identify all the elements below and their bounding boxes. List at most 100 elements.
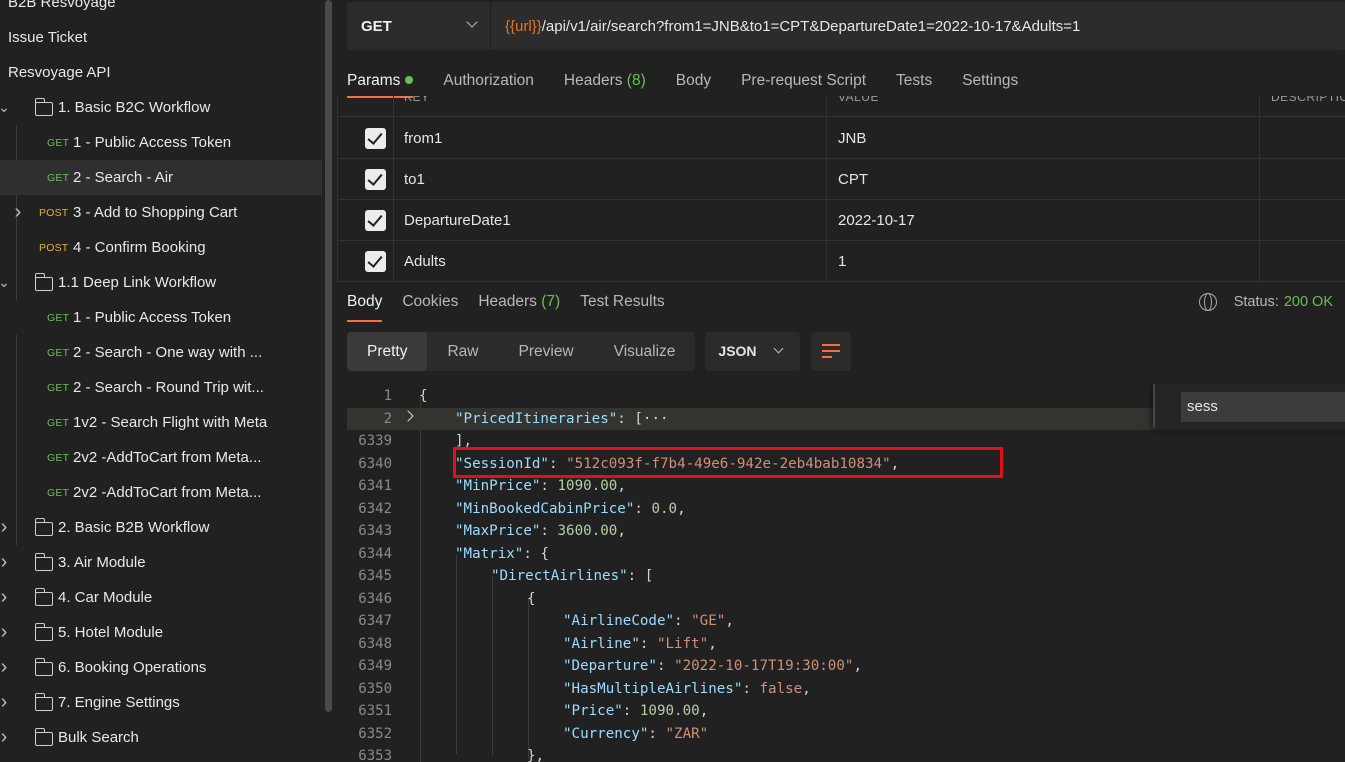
column-header-key: KEY <box>404 96 430 104</box>
code-text: "PricedItineraries": [··· <box>455 410 669 427</box>
sidebar-item[interactable]: B2B Resvoyage <box>0 0 322 20</box>
param-key[interactable]: DepartureDate1 <box>404 212 511 229</box>
sidebar-request[interactable]: GET 2v2 -AddToCart from Meta... <box>0 475 322 510</box>
param-key[interactable]: Adults <box>404 253 446 270</box>
sidebar-request[interactable]: GET 2 - Search - Round Trip wit... <box>0 370 322 405</box>
url-variable: {{url}} <box>505 17 542 35</box>
sidebar-item-label: 2. Basic B2B Workflow <box>58 519 210 536</box>
url-input[interactable]: {{url}}/api/v1/air/search?from1=JNB&to1=… <box>491 2 1345 50</box>
chevron-down-icon[interactable]: ⌄ <box>0 99 11 116</box>
table-divider <box>337 96 338 282</box>
line-number: 6348 <box>358 635 392 652</box>
sidebar-item-label: 2v2 -AddToCart from Meta... <box>73 449 262 466</box>
sidebar-folder[interactable]: ⌄ 1.1 Deep Link Workflow <box>0 265 322 300</box>
format-select[interactable]: JSON <box>705 332 801 371</box>
sidebar-folder[interactable]: › 7. Engine Settings <box>0 685 322 720</box>
chevron-right-icon[interactable]: › <box>0 586 11 609</box>
sidebar-request[interactable]: GET 1 - Public Access Token <box>0 300 322 335</box>
line-number: 6350 <box>358 680 392 697</box>
sidebar-item-label: 6. Booking Operations <box>58 659 207 676</box>
sidebar-folder[interactable]: ⌄ 1. Basic B2C Workflow <box>0 90 322 125</box>
chevron-right-icon[interactable]: › <box>0 516 11 539</box>
sidebar-request[interactable]: › POST 3 - Add to Shopping Cart <box>0 195 322 230</box>
view-preview[interactable]: Preview <box>499 332 594 371</box>
folder-icon <box>34 588 53 606</box>
sidebar-folder[interactable]: › 2. Basic B2B Workflow <box>0 510 322 545</box>
sidebar-item[interactable]: Resvoyage API <box>0 55 322 90</box>
find-widget: sess <box>1153 384 1345 428</box>
globe-icon[interactable] <box>1198 293 1217 311</box>
response-view-toolbar: Pretty Raw Preview Visualize JSON <box>347 332 852 371</box>
chevron-right-icon[interactable]: › <box>0 656 11 679</box>
tab-tests[interactable]: Tests <box>896 64 932 98</box>
chevron-down-icon[interactable]: ⌄ <box>0 274 11 291</box>
line-number: 6340 <box>358 455 392 472</box>
tab-params[interactable]: Params <box>347 64 414 98</box>
sidebar-request[interactable]: GET 2 - Search - Air <box>0 160 322 195</box>
tab-authorization[interactable]: Authorization <box>443 64 533 98</box>
tab-test-results[interactable]: Test Results <box>580 286 664 322</box>
sidebar-folder[interactable]: › 3. Air Module <box>0 545 322 580</box>
sidebar-folder[interactable]: › 4. Car Module <box>0 580 322 615</box>
code-text: "MinBookedCabinPrice": 0.0, <box>455 500 686 517</box>
line-number: 6342 <box>358 500 392 517</box>
sidebar-request[interactable]: GET 2 - Search - One way with ... <box>0 335 322 370</box>
sidebar-request[interactable]: GET 1v2 - Search Flight with Meta <box>0 405 322 440</box>
param-key[interactable]: to1 <box>404 171 425 188</box>
view-pretty[interactable]: Pretty <box>347 332 428 371</box>
tab-pre-request-script[interactable]: Pre-request Script <box>741 64 866 98</box>
code-text: "Matrix": { <box>455 545 549 562</box>
sidebar-item[interactable]: Issue Ticket <box>0 20 322 55</box>
tab-cookies[interactable]: Cookies <box>402 286 458 322</box>
param-checkbox[interactable] <box>365 128 386 149</box>
chevron-right-icon[interactable]: › <box>11 201 25 224</box>
line-number: 2 <box>383 410 392 427</box>
method-badge: POST <box>39 241 69 254</box>
param-value[interactable]: 2022-10-17 <box>838 212 915 229</box>
chevron-right-icon[interactable]: › <box>0 691 11 714</box>
column-header-value: VALUE <box>838 96 879 104</box>
code-text: "MaxPrice": 3600.00, <box>455 523 626 539</box>
code-line: 6351 "Price": 1090.00, <box>347 700 1345 723</box>
method-select[interactable]: GET <box>347 2 491 50</box>
sidebar-folder[interactable]: › 6. Booking Operations <box>0 650 322 685</box>
chevron-right-icon[interactable]: › <box>0 621 11 644</box>
param-value[interactable]: 1 <box>838 253 846 270</box>
param-key[interactable]: from1 <box>404 130 442 147</box>
param-checkbox[interactable] <box>365 210 386 231</box>
sidebar-request[interactable]: GET 2v2 -AddToCart from Meta... <box>0 440 322 475</box>
find-input[interactable]: sess <box>1181 392 1345 422</box>
line-number: 6339 <box>358 433 392 449</box>
tab-headers[interactable]: Headers (8) <box>564 64 646 98</box>
sidebar-request[interactable]: POST 4 - Confirm Booking <box>0 230 322 265</box>
sidebar-item-label: 1v2 - Search Flight with Meta <box>73 414 268 431</box>
view-visualize[interactable]: Visualize <box>594 332 696 371</box>
param-checkbox[interactable] <box>365 251 386 272</box>
column-header-description: DESCRIPTION <box>1271 96 1345 104</box>
sidebar-scrollbar-thumb[interactable] <box>325 0 332 712</box>
response-body-editor[interactable]: 1{2 "PricedItineraries": [··· 6339], 6340 "S… <box>347 384 1345 762</box>
param-value[interactable]: JNB <box>838 130 866 147</box>
sidebar-folder[interactable]: › Bulk Search <box>0 720 322 755</box>
sidebar-item-label: 2 - Search - Air <box>73 169 174 186</box>
folder-icon <box>34 728 53 746</box>
param-row: DepartureDate1 2022-10-17 <box>337 200 1345 241</box>
param-checkbox[interactable] <box>365 169 386 190</box>
tab-settings[interactable]: Settings <box>962 64 1018 98</box>
method-badge: GET <box>47 311 70 324</box>
param-value[interactable]: CPT <box>838 171 868 188</box>
sidebar-folder[interactable]: › 5. Hotel Module <box>0 615 322 650</box>
sidebar-item-label: 4. Car Module <box>58 589 153 606</box>
tab-response-body[interactable]: Body <box>347 286 383 322</box>
chevron-right-icon[interactable]: › <box>0 726 11 749</box>
table-divider <box>1259 96 1260 282</box>
tab-body[interactable]: Body <box>676 64 711 98</box>
chevron-right-icon[interactable]: › <box>0 551 11 574</box>
view-raw[interactable]: Raw <box>427 332 498 371</box>
response-tabs: Body Cookies Headers (7) Test Results <box>347 286 685 322</box>
sidebar-request[interactable]: GET 1 - Public Access Token <box>0 125 322 160</box>
status-value[interactable]: 200 OK <box>1284 294 1333 310</box>
tab-response-headers[interactable]: Headers (7) <box>478 286 560 322</box>
wrap-lines-icon[interactable] <box>811 332 852 371</box>
line-number: 6345 <box>358 568 392 584</box>
